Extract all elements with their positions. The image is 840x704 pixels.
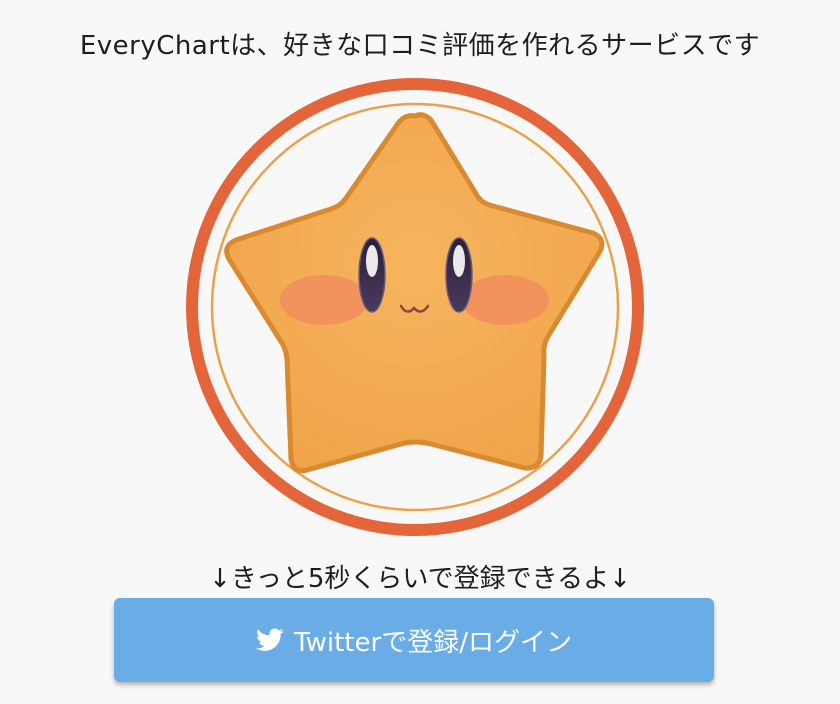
twitter-bird-icon (256, 628, 284, 652)
twitter-login-label: Twitterで登録/ログイン (294, 627, 572, 658)
signup-hint: ↓きっと5秒くらいで登録できるよ↓ (209, 564, 631, 594)
tagline: EveryChartは、好きな口コミ評価を作れるサービスです (79, 31, 761, 61)
twitter-login-button[interactable]: Twitterで登録/ログイン (114, 598, 714, 682)
landing-page: EveryChartは、好きな口コミ評価を作れるサービスです ↓きっと5秒くらい… (0, 0, 840, 704)
left-cheek (280, 275, 368, 325)
star-mascot-icon (183, 76, 653, 546)
right-cheek (461, 275, 549, 325)
